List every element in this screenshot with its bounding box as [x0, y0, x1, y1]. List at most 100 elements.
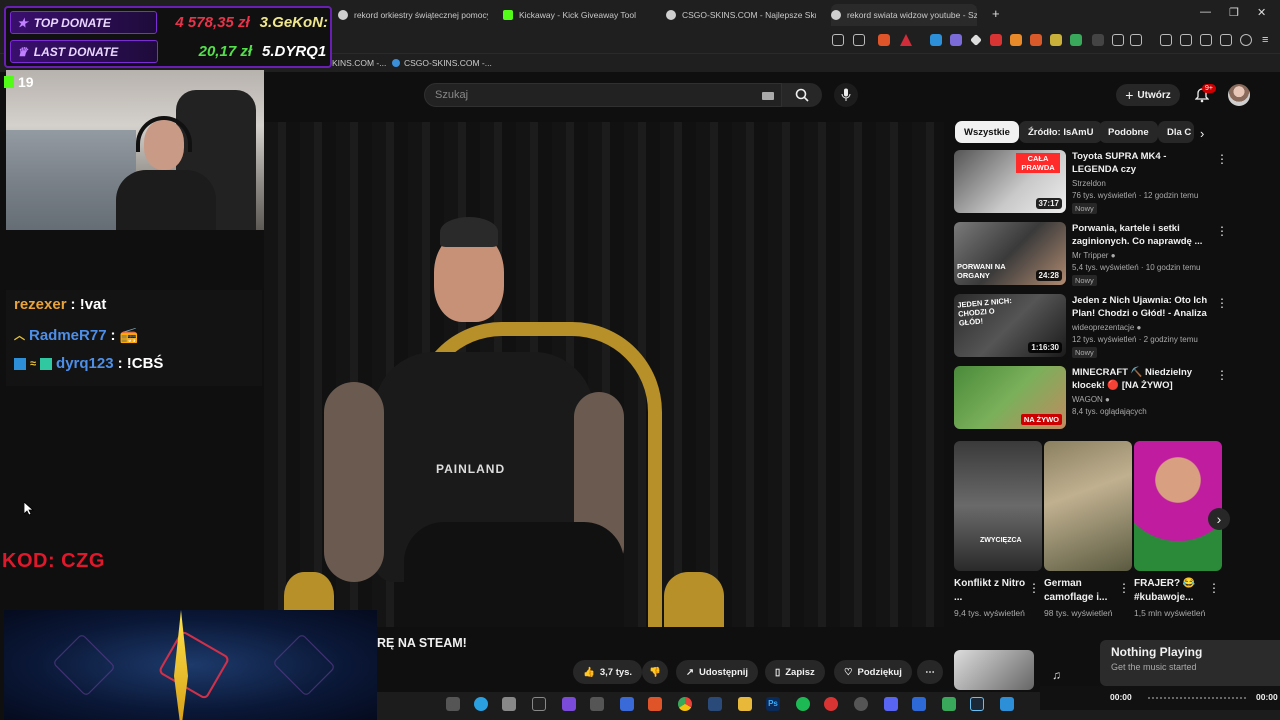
chip-all[interactable]: Wszystkie	[955, 121, 1019, 143]
puzzle-icon[interactable]	[1112, 34, 1124, 46]
discord-icon[interactable]	[884, 697, 898, 711]
search-button[interactable]	[782, 83, 822, 107]
kick-icon	[4, 76, 14, 88]
folder-icon[interactable]	[738, 697, 752, 711]
app-icon[interactable]	[562, 697, 576, 711]
streamer-body	[116, 170, 216, 230]
new-tab-button[interactable]: +	[992, 6, 1000, 21]
app-icon[interactable]	[590, 697, 604, 711]
task-view-icon[interactable]	[446, 697, 460, 711]
chevron-right-icon[interactable]: ›	[1200, 126, 1204, 141]
item-frame	[52, 633, 116, 697]
short-item[interactable]: FRAJER? 😂 #kubawoje... 1,5 mln wyświetle…	[1134, 441, 1222, 621]
chip-source[interactable]: Źródło: IsAmU	[1019, 121, 1103, 143]
vpn-icon[interactable]	[1240, 34, 1252, 46]
bookmark-link[interactable]: CSGO-SKINS.COM -...	[392, 58, 492, 68]
extension-icon[interactable]	[1010, 34, 1022, 46]
thumbs-down-icon: 👎	[649, 666, 661, 678]
browser-tab[interactable]: CSGO-SKINS.COM - Najlepsze Skrzy	[666, 4, 816, 26]
wallet-icon[interactable]	[1200, 34, 1212, 46]
person-legs	[404, 522, 624, 627]
video-thumbnail[interactable]	[954, 650, 1034, 690]
camera-icon[interactable]	[502, 697, 516, 711]
share-button[interactable]: ↗ Udostępnij	[676, 660, 759, 684]
leo-icon[interactable]	[1220, 34, 1232, 46]
save-button[interactable]: ▯ Zapisz	[765, 660, 825, 684]
extension-icon[interactable]	[990, 34, 1002, 46]
recommendation-item[interactable]: JEDEN Z NICH: CHODZI O GŁÓD! 1:16:30 Jed…	[954, 294, 1228, 360]
browser-tab[interactable]: rekord orkiestry świątecznej pomocy	[338, 4, 488, 26]
telegram-icon[interactable]	[474, 697, 488, 711]
brave-icon[interactable]	[648, 697, 662, 711]
thanks-button[interactable]: ♡ Podziękuj	[834, 660, 912, 684]
app-icon[interactable]	[620, 697, 634, 711]
duration-badge: 37:17	[1035, 198, 1062, 209]
rank-icon: ≈	[30, 357, 37, 370]
short-item[interactable]: German camoflage i... 98 tys. wyświetleń…	[1044, 441, 1132, 621]
chip-for-you[interactable]: Dla C	[1158, 121, 1194, 143]
search-input[interactable]: Szukaj	[424, 83, 782, 107]
short-item[interactable]: ZWYCIĘZCA Konflikt z Nitro ... 9,4 tys. …	[954, 441, 1042, 621]
recommendation-item[interactable]: PORWANI NA ORGANY 24:28 Porwania, kartel…	[954, 222, 1228, 288]
app-icon[interactable]	[708, 697, 722, 711]
extension-icon[interactable]	[930, 34, 942, 46]
steam-icon[interactable]	[970, 697, 984, 711]
create-button[interactable]: + Utwórz	[1116, 84, 1180, 106]
thumb-caption: ZWYCIĘZCA	[980, 537, 1022, 544]
share-icon[interactable]	[853, 34, 865, 46]
chat-text: : !CBŚ	[117, 355, 164, 372]
extension-icon[interactable]	[1050, 34, 1062, 46]
bookmark-icon: ▯	[775, 666, 781, 678]
bookmark-link[interactable]: KINS.COM -...	[332, 58, 386, 68]
more-options-icon[interactable]: ⋮	[1216, 296, 1228, 310]
obs-icon[interactable]	[854, 697, 868, 711]
extension-icon[interactable]	[1070, 34, 1082, 46]
progress-track[interactable]	[1148, 697, 1246, 699]
extension-icon[interactable]	[950, 34, 962, 46]
maximize-button[interactable]: ❐	[1229, 6, 1239, 19]
extension-icon[interactable]	[1130, 34, 1142, 46]
recommendation-item[interactable]: NA ŻYWO MINECRAFT ⛏️ Niedzielny klocek! …	[954, 366, 1228, 432]
top-donate-amount: 4 578,35 zł	[175, 14, 250, 31]
more-actions-button[interactable]: ⋯	[917, 660, 943, 684]
extension-icon[interactable]	[1092, 34, 1104, 46]
sidebar-icon[interactable]	[1180, 34, 1192, 46]
avatar[interactable]	[1228, 84, 1250, 106]
chat-username: dyrq123	[56, 355, 114, 372]
microphone-icon	[841, 88, 851, 101]
minimize-button[interactable]: —	[1200, 6, 1211, 18]
video-title: Porwania, kartele i setki zaginionych. C…	[1072, 223, 1203, 247]
voice-search-button[interactable]	[834, 83, 858, 107]
keyboard-icon[interactable]	[762, 92, 774, 100]
badge-icon	[14, 357, 26, 370]
more-options-icon[interactable]: ⋮	[1208, 581, 1220, 595]
shorts-next-button[interactable]: ›	[1208, 508, 1230, 530]
more-options-icon[interactable]: ⋮	[1216, 152, 1228, 166]
browser-tab-active[interactable]: rekord swiata widzow youtube - Szu	[831, 4, 977, 26]
dislike-button[interactable]: 👎	[642, 660, 668, 684]
close-button[interactable]: ✕	[1257, 6, 1266, 19]
minecraft-icon[interactable]	[942, 697, 956, 711]
photoshop-icon[interactable]: Ps	[766, 697, 780, 711]
app-icon[interactable]	[824, 697, 838, 711]
more-options-icon[interactable]: ⋮	[1028, 581, 1040, 595]
recommendation-item[interactable]: CAŁA PRAWDA 37:17 Toyota SUPRA MK4 - LEG…	[954, 150, 1228, 216]
chip-similar[interactable]: Podobne	[1099, 121, 1158, 143]
chrome-icon[interactable]	[678, 697, 692, 711]
cast-icon[interactable]	[832, 34, 844, 46]
browser-tab[interactable]: Kickaway - Kick Giveaway Tool	[503, 4, 653, 26]
app-icon[interactable]	[912, 697, 926, 711]
brave-shield-icon[interactable]	[878, 34, 890, 46]
menu-icon[interactable]: ≡	[1262, 34, 1274, 46]
spotify-icon[interactable]	[796, 697, 810, 711]
music-icon[interactable]	[1160, 34, 1172, 46]
top-donate-row: ★ TOP DONATE 4 578,35 zł 3.GeKoN:	[10, 10, 328, 35]
more-options-icon[interactable]: ⋮	[1216, 224, 1228, 238]
more-options-icon[interactable]: ⋮	[1118, 581, 1130, 595]
app-icon[interactable]	[1000, 697, 1014, 711]
extension-icon[interactable]	[1030, 34, 1042, 46]
app-icon[interactable]	[532, 697, 546, 711]
video-player[interactable]: PAINLAND	[264, 122, 944, 627]
like-button[interactable]: 👍 3,7 tys.	[573, 660, 643, 684]
more-options-icon[interactable]: ⋮	[1216, 368, 1228, 382]
